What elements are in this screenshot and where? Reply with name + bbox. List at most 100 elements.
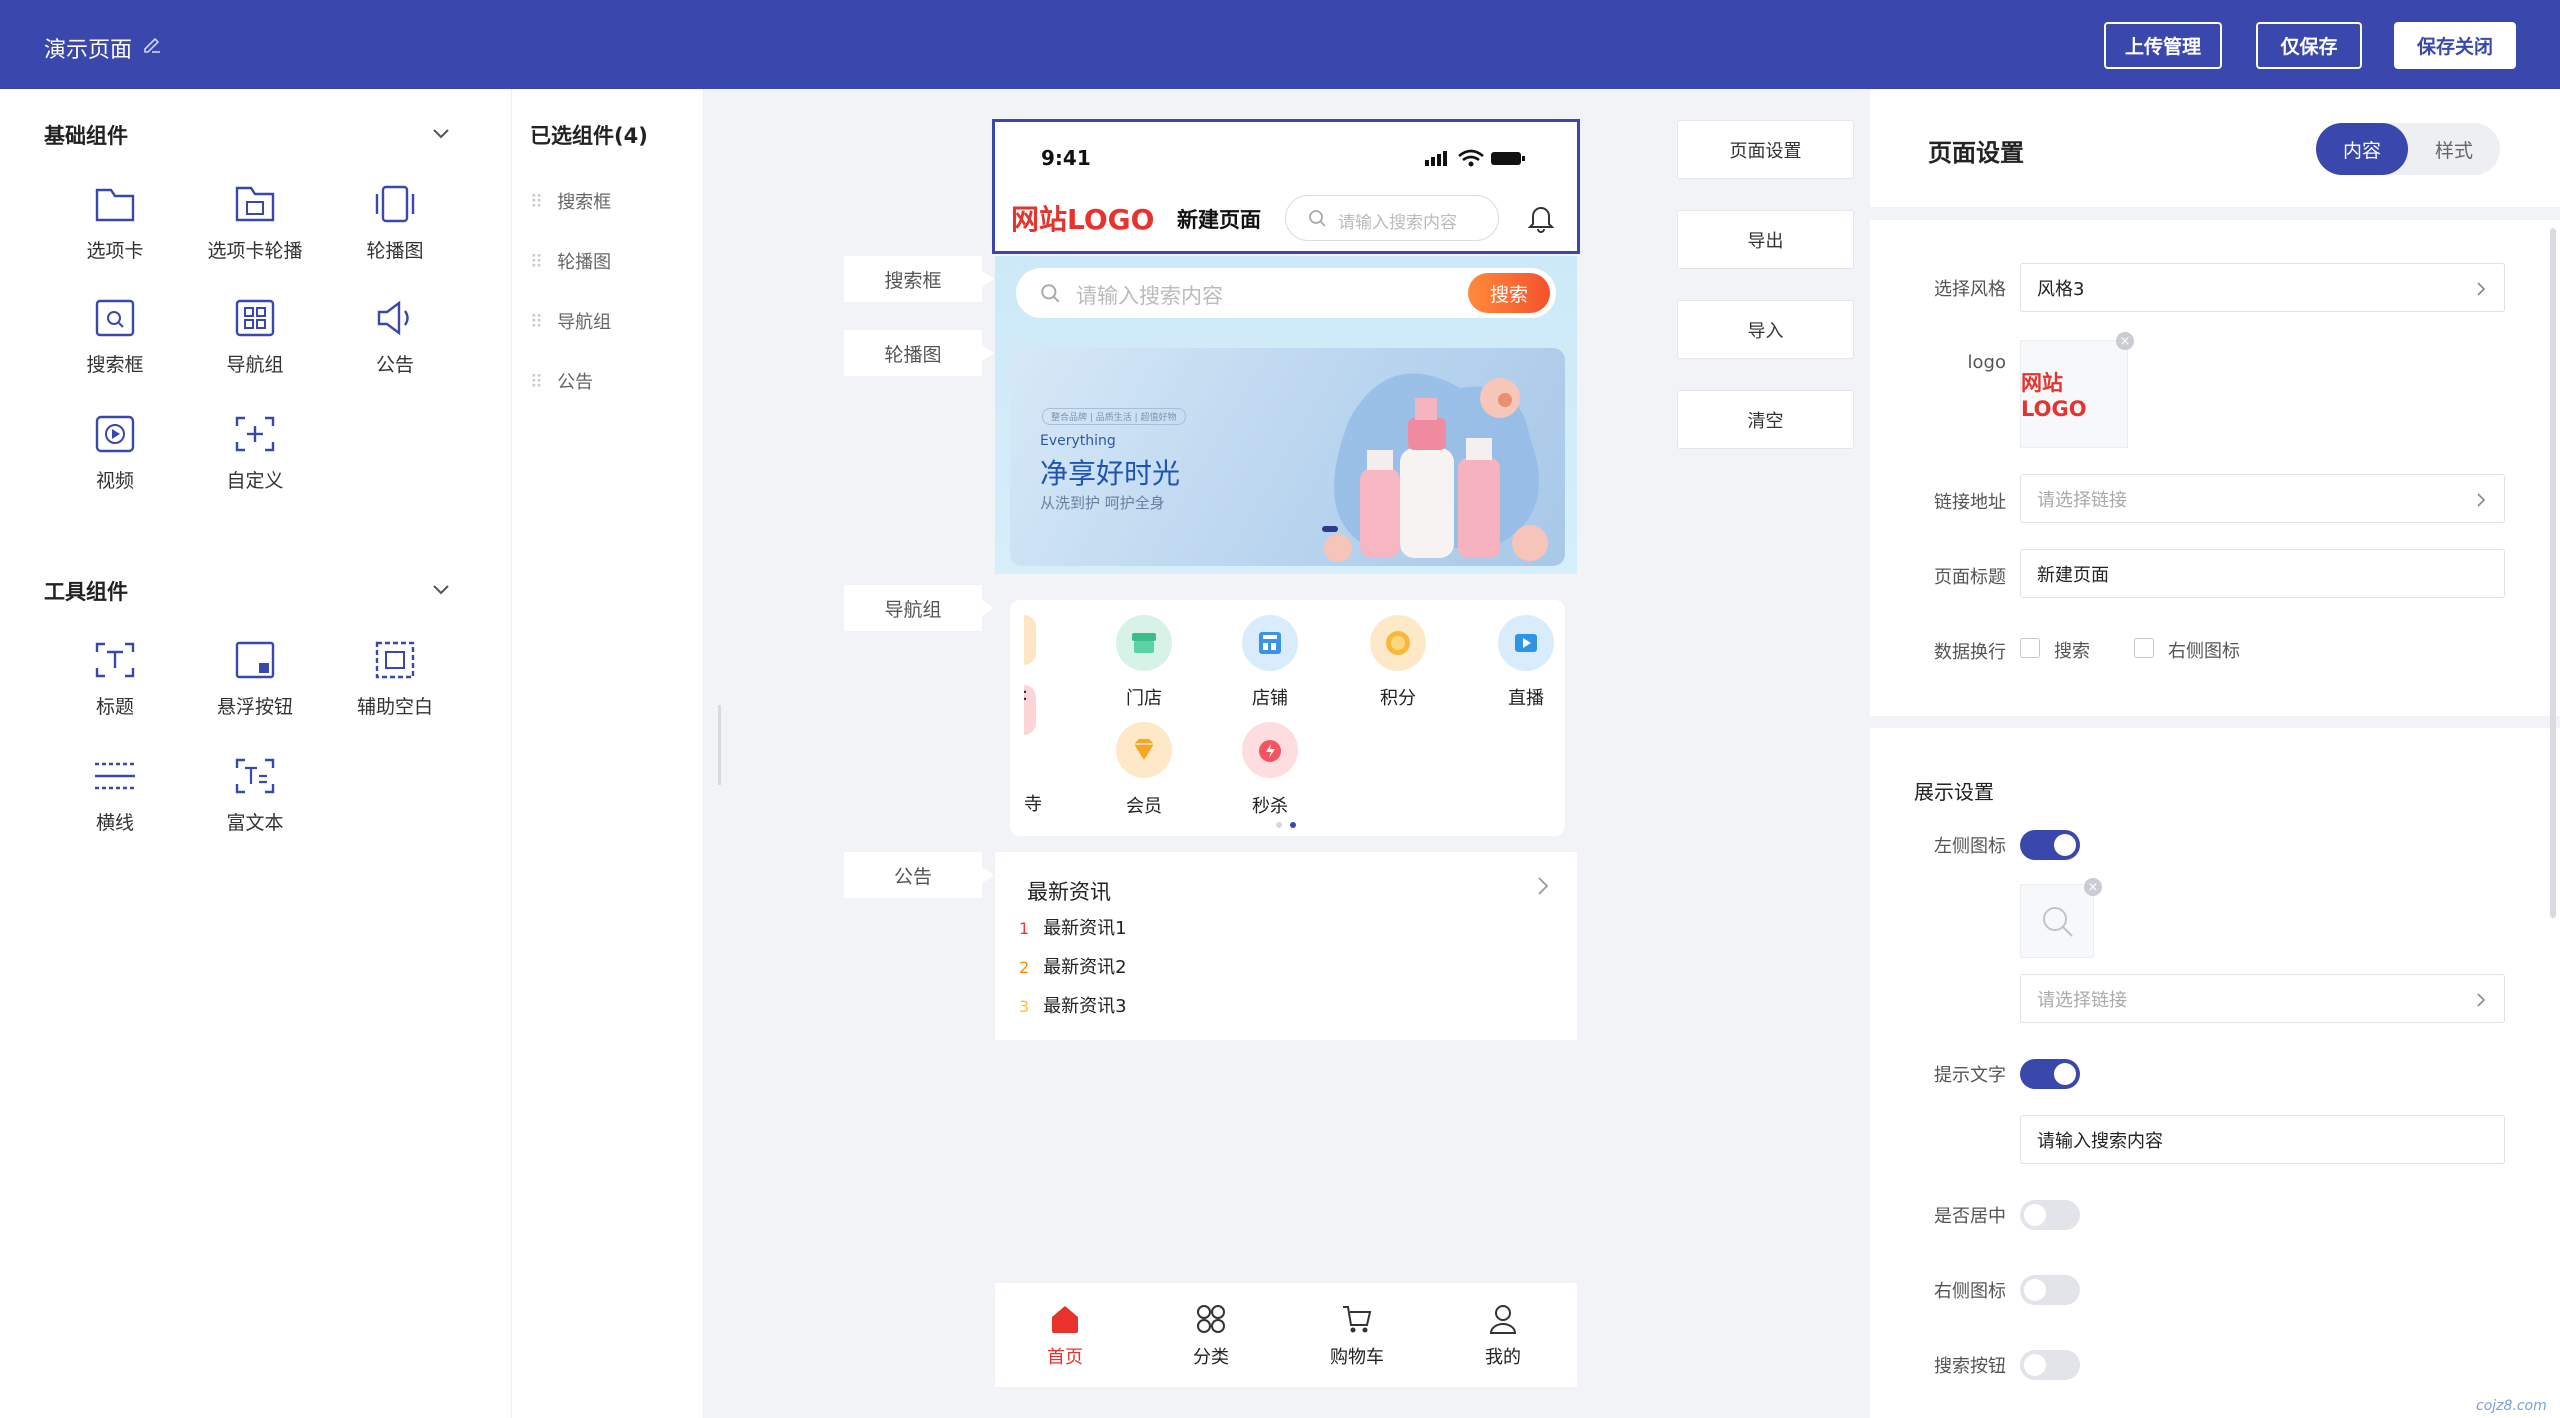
style-select[interactable]: 风格3 <box>2020 263 2505 312</box>
pager-dot-active[interactable] <box>1290 822 1296 828</box>
notice-item-text: 最新资讯2 <box>1043 957 1127 978</box>
carousel-banner[interactable]: 整合品牌 | 品质生活 | 超值好物 Everything 净享好时光 从洗到护… <box>1010 348 1565 566</box>
component-tab[interactable]: 选项卡 <box>45 184 185 284</box>
component-spacer[interactable]: 辅助空白 <box>325 640 465 740</box>
status-time: 9:41 <box>1041 146 1091 170</box>
left-icon-preview[interactable] <box>2020 884 2094 958</box>
import-button[interactable]: 导入 <box>1677 300 1854 359</box>
tool-components-title: 工具组件 <box>44 580 128 604</box>
component-title[interactable]: 标题 <box>45 640 185 740</box>
link-select[interactable]: 请选择链接 <box>2020 474 2505 523</box>
tab-style[interactable]: 样式 <box>2408 123 2500 175</box>
save-only-button[interactable]: 仅保存 <box>2256 22 2362 69</box>
collapse-basic-chevron-icon[interactable] <box>432 128 450 140</box>
wrap-search-checkbox[interactable] <box>2020 638 2040 658</box>
component-searchbox[interactable]: 搜索框 <box>45 298 185 398</box>
grid-icon <box>1197 1305 1225 1333</box>
notice-item[interactable]: 3 最新资讯3 <box>1019 992 1127 1018</box>
tab-content[interactable]: 内容 <box>2316 123 2408 175</box>
notice-item-number: 3 <box>1019 997 1030 1016</box>
selected-item-carousel[interactable]: ⠿ 轮播图 <box>530 248 611 274</box>
bell-icon[interactable] <box>1525 202 1557 234</box>
phone-page-title: 新建页面 <box>1177 208 1261 232</box>
divider-icon <box>95 762 135 790</box>
points-icon[interactable] <box>1370 615 1426 671</box>
notice-item-text: 最新资讯3 <box>1043 996 1127 1017</box>
notice-item[interactable]: 2 最新资讯2 <box>1019 953 1127 979</box>
edit-icon[interactable] <box>142 34 162 54</box>
member-diamond-icon[interactable] <box>1116 722 1172 778</box>
component-float-button[interactable]: 悬浮按钮 <box>185 640 325 740</box>
selected-item-nav-group[interactable]: ⠿ 导航组 <box>530 308 611 334</box>
display-settings-title: 展示设置 <box>1914 780 1994 804</box>
logo-upload-preview[interactable]: 网站LOGO <box>2020 340 2128 448</box>
remove-logo-icon[interactable]: × <box>2116 332 2134 350</box>
canvas-tag-carousel[interactable]: 轮播图 <box>844 330 994 376</box>
component-notice[interactable]: 公告 <box>325 298 465 398</box>
wrap-right-icon-label: 右侧图标 <box>2168 641 2240 662</box>
search-button-label: 搜索按钮 <box>1934 1356 2006 1377</box>
export-button[interactable]: 导出 <box>1677 210 1854 269</box>
page-settings-button[interactable]: 页面设置 <box>1677 120 1854 179</box>
live-icon[interactable] <box>1498 615 1554 671</box>
tab-carousel-icon <box>235 186 275 222</box>
clear-button[interactable]: 清空 <box>1677 390 1854 449</box>
nav-label-live: 直播 <box>1508 688 1544 709</box>
canvas-tag-notice[interactable]: 公告 <box>844 852 994 898</box>
canvas-tag-nav-group[interactable]: 导航组 <box>844 585 994 631</box>
left-icon-toggle[interactable] <box>2020 830 2080 860</box>
phone-header-search[interactable]: 请输入搜索内容 <box>1285 195 1499 241</box>
component-tab-carousel[interactable]: 选项卡轮播 <box>185 184 325 284</box>
tab-cart[interactable]: 购物车 <box>1317 1303 1397 1369</box>
search-button-toggle[interactable] <box>2020 1350 2080 1380</box>
shop-icon[interactable] <box>1242 615 1298 671</box>
selected-item-searchbox[interactable]: ⠿ 搜索框 <box>530 188 611 214</box>
left-icon-link-select[interactable]: 请选择链接 <box>2020 974 2505 1023</box>
component-custom[interactable]: 自定义 <box>185 414 325 514</box>
home-icon <box>1052 1306 1078 1333</box>
phone-header[interactable]: 9:41 网站LOGO 新建页面 请输入搜索内容 <box>992 119 1580 254</box>
hint-toggle[interactable] <box>2020 1059 2080 1089</box>
component-divider[interactable]: 横线 <box>45 756 185 856</box>
chevron-right-icon[interactable] <box>1537 876 1549 896</box>
notice-item-number: 1 <box>1019 919 1030 938</box>
save-close-button[interactable]: 保存关闭 <box>2394 22 2516 69</box>
settings-scrollbar[interactable] <box>2550 228 2556 918</box>
right-icon-toggle[interactable] <box>2020 1275 2080 1305</box>
resize-handle[interactable] <box>718 705 721 785</box>
component-rich-text[interactable]: 富文本 <box>185 756 325 856</box>
right-icon-label: 右侧图标 <box>1934 1281 2006 1302</box>
search-bar[interactable]: 请输入搜索内容 搜索 <box>1016 268 1556 318</box>
title-icon <box>95 642 135 678</box>
video-icon <box>95 415 135 453</box>
component-carousel[interactable]: 轮播图 <box>325 184 465 284</box>
wrap-right-icon-checkbox[interactable] <box>2134 638 2154 658</box>
pager-dot[interactable] <box>1276 822 1282 828</box>
style-label: 选择风格 <box>1934 279 2006 300</box>
product-bottles-image <box>1322 373 1548 562</box>
left-icon-label: 左侧图标 <box>1934 836 2006 857</box>
tab-home[interactable]: 首页 <box>1025 1303 1105 1369</box>
collapse-tool-chevron-icon[interactable] <box>432 584 450 596</box>
notice-card[interactable]: 最新资讯 1 最新资讯1 2 最新资讯2 3 最新资讯3 <box>995 852 1577 1040</box>
notice-item[interactable]: 1 最新资讯1 <box>1019 914 1127 940</box>
upload-manage-button[interactable]: 上传管理 <box>2104 22 2222 69</box>
component-nav-group[interactable]: 导航组 <box>185 298 325 398</box>
tab-category[interactable]: 分类 <box>1171 1303 1251 1369</box>
store-icon[interactable] <box>1116 615 1172 671</box>
remove-left-icon[interactable]: × <box>2084 878 2102 896</box>
search-submit-button[interactable]: 搜索 <box>1468 273 1550 313</box>
page-title-input[interactable]: 新建页面 <box>2020 549 2505 598</box>
hint-input[interactable]: 请输入搜索内容 <box>2020 1115 2505 1164</box>
canvas-tag-searchbox[interactable]: 搜索框 <box>844 256 994 302</box>
component-video[interactable]: 视频 <box>45 414 185 514</box>
watermark-text: cojz8.com <box>2476 1398 2547 1414</box>
center-toggle[interactable] <box>2020 1200 2080 1230</box>
hint-label: 提示文字 <box>1934 1065 2006 1086</box>
flash-sale-clock-icon[interactable] <box>1242 722 1298 778</box>
tab-bar: 首页 分类 购物车 我的 <box>995 1283 1577 1387</box>
selected-title: 已选组件(4) <box>530 124 648 148</box>
rich-text-icon <box>235 758 275 794</box>
selected-item-notice[interactable]: ⠿ 公告 <box>530 368 593 394</box>
tab-mine[interactable]: 我的 <box>1463 1303 1543 1369</box>
